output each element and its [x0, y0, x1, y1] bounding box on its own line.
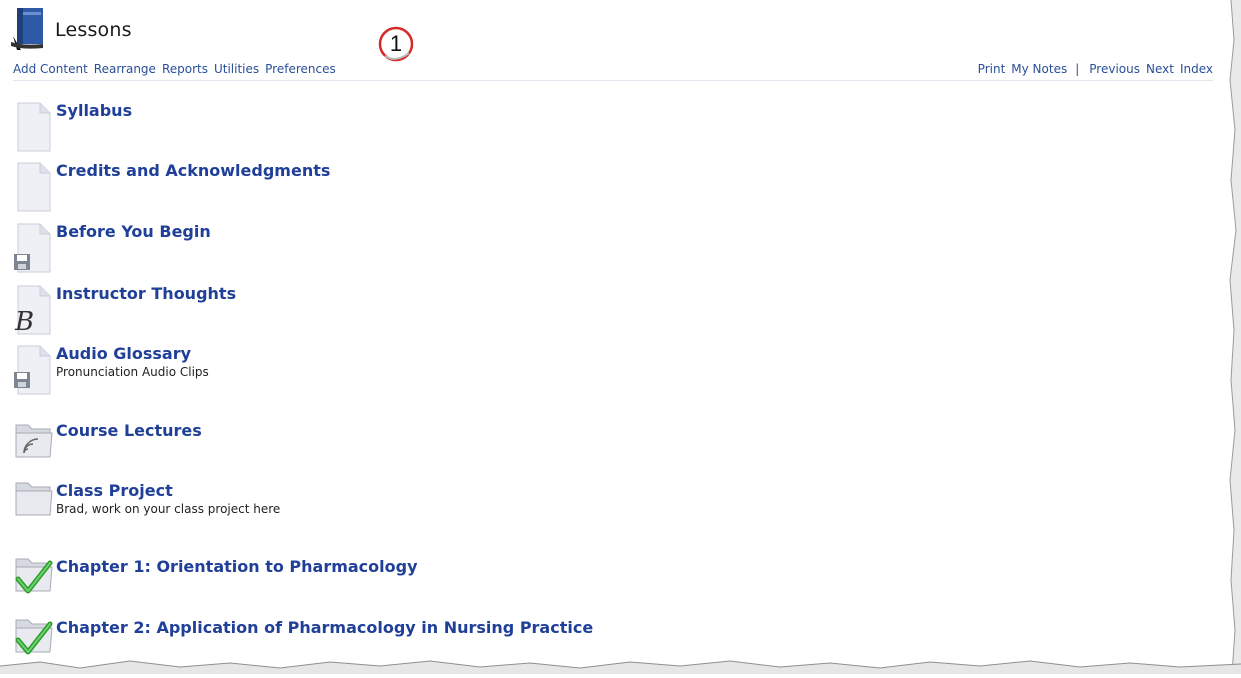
lesson-item-syllabus[interactable]: Syllabus	[14, 101, 914, 161]
lesson-title[interactable]: Course Lectures	[56, 421, 202, 440]
lesson-title[interactable]: Audio Glossary	[56, 344, 191, 363]
lesson-title[interactable]: Syllabus	[56, 101, 132, 120]
script-b-document-icon: B	[14, 285, 51, 336]
lesson-title[interactable]: Chapter 1: Orientation to Pharmacology	[56, 557, 418, 576]
lesson-list: Syllabus Credits and Acknowledgments Bef…	[0, 0, 1220, 674]
lesson-item-before-you-begin[interactable]: Before You Begin	[14, 222, 914, 282]
document-icon	[17, 102, 51, 152]
checked-folder-icon	[15, 558, 53, 594]
lesson-item-credits[interactable]: Credits and Acknowledgments	[14, 161, 914, 221]
torn-edge-bottom	[0, 654, 1241, 674]
floppy-document-icon	[14, 345, 51, 395]
torn-edge-right	[1225, 0, 1241, 674]
rss-folder-icon	[15, 424, 53, 458]
lesson-title[interactable]: Credits and Acknowledgments	[56, 161, 330, 180]
lesson-subtitle: Brad, work on your class project here	[56, 502, 281, 516]
lesson-title[interactable]: Class Project	[56, 481, 173, 500]
lesson-item-instructor-thoughts[interactable]: B Instructor Thoughts	[14, 284, 914, 344]
lesson-title[interactable]: Chapter 2: Application of Pharmacology i…	[56, 618, 593, 637]
lesson-item-chapter-1[interactable]: Chapter 1: Orientation to Pharmacology	[14, 557, 914, 617]
floppy-document-icon	[14, 223, 51, 273]
lesson-title[interactable]: Before You Begin	[56, 222, 211, 241]
folder-icon	[15, 482, 53, 516]
lesson-title[interactable]: Instructor Thoughts	[56, 284, 236, 303]
svg-text:B: B	[14, 307, 34, 336]
lesson-subtitle: Pronunciation Audio Clips	[56, 365, 209, 379]
lesson-item-class-project[interactable]: Class Project Brad, work on your class p…	[14, 481, 914, 541]
document-icon	[17, 162, 51, 212]
lesson-item-course-lectures[interactable]: Course Lectures	[14, 421, 914, 481]
lesson-item-audio-glossary[interactable]: Audio Glossary Pronunciation Audio Clips	[14, 344, 914, 404]
